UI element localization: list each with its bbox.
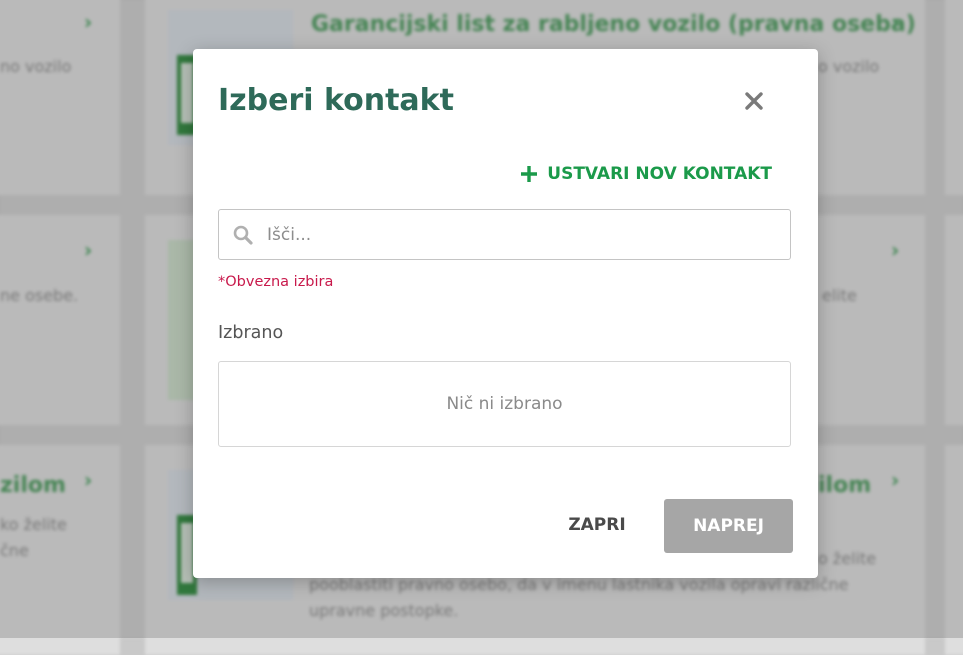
close-dialog-button[interactable] (739, 86, 769, 116)
create-contact-label: USTVARI NOV KONTAKT (547, 164, 772, 184)
plus-icon (521, 166, 538, 182)
next-button[interactable]: NAPREJ (664, 499, 793, 553)
selected-contacts-box: Nič ni izbrano (218, 361, 791, 447)
search-field[interactable] (218, 209, 791, 260)
create-contact-button[interactable]: USTVARI NOV KONTAKT (520, 164, 772, 184)
empty-selection-text: Nič ni izbrano (446, 394, 563, 414)
select-contact-dialog: Izberi kontakt USTVARI NOV KONTAKT *Obve… (193, 49, 818, 578)
search-icon (233, 225, 253, 245)
search-input[interactable] (265, 223, 769, 246)
required-selection-note: *Obvezna izbira (218, 274, 334, 290)
selected-label: Izbrano (218, 323, 284, 343)
cancel-button[interactable]: ZAPRI (556, 500, 638, 550)
close-icon (745, 92, 763, 110)
dialog-title: Izberi kontakt (218, 83, 454, 118)
